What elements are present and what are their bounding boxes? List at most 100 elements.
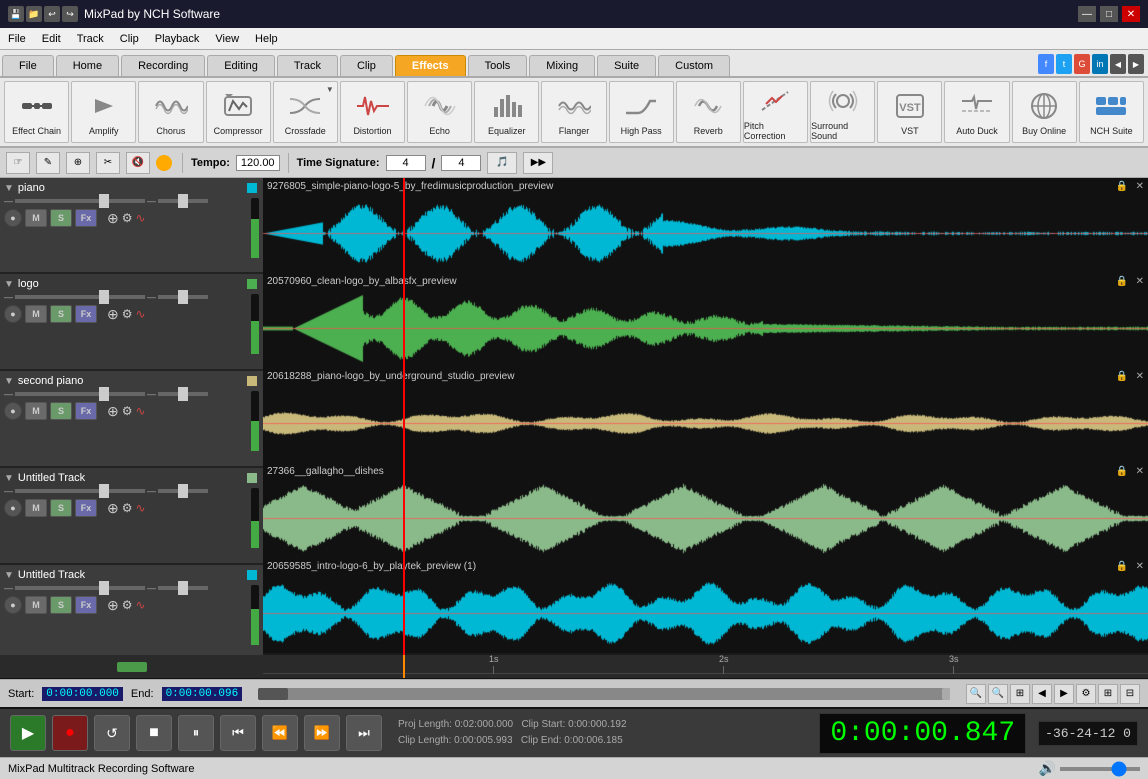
track-routing-3[interactable]: ⊕ (107, 403, 119, 420)
timeline[interactable]: 1s 2s 3s (263, 655, 1148, 679)
pause-button[interactable]: ⏸ (178, 715, 214, 751)
track-wave-5[interactable]: ∿ (136, 598, 146, 612)
scroll-bar[interactable] (258, 688, 950, 700)
track-record-btn-4[interactable]: ● (4, 499, 22, 517)
track-volume-5[interactable] (15, 586, 145, 590)
track-routing-1[interactable]: ⊕ (107, 210, 119, 227)
zoom-out-btn[interactable]: 🔍 (966, 684, 986, 704)
crossfade-dropdown-icon[interactable]: ▼ (325, 84, 335, 94)
track-pan-3[interactable] (158, 392, 208, 396)
tool-select[interactable]: ☞ (6, 152, 30, 174)
tab-recording[interactable]: Recording (121, 55, 205, 76)
track-fx-2[interactable]: Fx (75, 305, 97, 323)
rwd-button[interactable]: ⏪ (262, 715, 298, 751)
track-solo-2[interactable]: S (50, 305, 72, 323)
wave-close-4[interactable]: ✕ (1136, 466, 1144, 477)
track-routing-2[interactable]: ⊕ (107, 306, 119, 323)
menu-track[interactable]: Track (69, 31, 112, 47)
maximize-button[interactable]: □ (1100, 6, 1118, 22)
end-button[interactable]: ⏭ (346, 715, 382, 751)
buy-online-button[interactable]: Buy Online (1012, 81, 1077, 143)
stop-button[interactable]: ■ (136, 715, 172, 751)
time-sig-num[interactable]: 4 (386, 155, 426, 171)
equalizer-button[interactable]: Equalizer (474, 81, 539, 143)
track-solo-3[interactable]: S (50, 402, 72, 420)
tab-clip[interactable]: Clip (340, 55, 393, 76)
menu-edit[interactable]: Edit (34, 31, 69, 47)
scroll-right-btn[interactable]: ▶ (1054, 684, 1074, 704)
count-in-btn[interactable]: ▶▶ (523, 152, 553, 174)
track-volume-1[interactable] (15, 199, 145, 203)
minimize-button[interactable]: — (1078, 6, 1096, 22)
wave-close-3[interactable]: ✕ (1136, 371, 1144, 382)
title-icon-save[interactable]: 💾 (8, 6, 24, 22)
tab-mixing[interactable]: Mixing (529, 55, 595, 76)
track-record-btn-5[interactable]: ● (4, 596, 22, 614)
title-icon-redo[interactable]: ↪ (62, 6, 78, 22)
track-volume-4[interactable] (15, 489, 145, 493)
track-mute-5[interactable]: M (25, 596, 47, 614)
tab-suite[interactable]: Suite (597, 55, 656, 76)
tab-custom[interactable]: Custom (658, 55, 730, 76)
menu-view[interactable]: View (207, 31, 247, 47)
social-g[interactable]: G (1074, 54, 1090, 74)
track-chevron-4[interactable]: ▼ (4, 473, 14, 484)
wave-track-5[interactable]: 20659585_intro-logo-6_by_playtek_preview… (263, 558, 1148, 653)
track-settings-3[interactable]: ⚙ (122, 404, 133, 418)
track-record-btn-2[interactable]: ● (4, 305, 22, 323)
distortion-button[interactable]: Distortion (340, 81, 405, 143)
reverb-button[interactable]: Reverb (676, 81, 741, 143)
wave-close-2[interactable]: ✕ (1136, 276, 1144, 287)
track-chevron-3[interactable]: ▼ (4, 376, 14, 387)
record-button[interactable]: ● (52, 715, 88, 751)
zoom-fit-btn[interactable]: ⊞ (1010, 684, 1030, 704)
track-pan-1[interactable] (158, 199, 208, 203)
prev-button[interactable]: ⏮ (220, 715, 256, 751)
tab-effects[interactable]: Effects (395, 55, 466, 76)
compressor-button[interactable]: Compressor (206, 81, 271, 143)
vst-button[interactable]: VST VST (877, 81, 942, 143)
wave-close-5[interactable]: ✕ (1136, 561, 1144, 572)
track-fx-1[interactable]: Fx (75, 209, 97, 227)
grid-btn[interactable]: ⊞ (1098, 684, 1118, 704)
loop-button[interactable]: ↺ (94, 715, 130, 751)
menu-playback[interactable]: Playback (147, 31, 208, 47)
track-settings-2[interactable]: ⚙ (122, 307, 133, 321)
play-button[interactable]: ▶ (10, 715, 46, 751)
track-mute-1[interactable]: M (25, 209, 47, 227)
wave-track-2[interactable]: 20570960_clean-logo_by_albasfx_preview 🔒… (263, 273, 1148, 368)
tool-split[interactable]: ✂ (96, 152, 120, 174)
high-pass-button[interactable]: High Pass (609, 81, 674, 143)
track-pan-5[interactable] (158, 586, 208, 590)
wave-track-4[interactable]: 27366__gallagho__dishes 🔒 ✕ (263, 463, 1148, 558)
track-fx-5[interactable]: Fx (75, 596, 97, 614)
nav-arrow-left[interactable]: ◀ (1110, 54, 1126, 74)
track-wave-4[interactable]: ∿ (136, 501, 146, 515)
social-fb[interactable]: f (1038, 54, 1054, 74)
track-solo-5[interactable]: S (50, 596, 72, 614)
nch-suite-button[interactable]: NCH Suite (1079, 81, 1144, 143)
master-volume-slider[interactable] (1060, 767, 1140, 771)
flanger-button[interactable]: Flanger (541, 81, 606, 143)
amplify-button[interactable]: Amplify (71, 81, 136, 143)
tab-track[interactable]: Track (277, 55, 338, 76)
track-routing-4[interactable]: ⊕ (107, 500, 119, 517)
track-chevron-5[interactable]: ▼ (4, 570, 14, 581)
scroll-handle-left[interactable] (258, 688, 288, 700)
title-icon-undo[interactable]: ↩ (44, 6, 60, 22)
nav-arrow-right[interactable]: ▶ (1128, 54, 1144, 74)
menu-file[interactable]: File (0, 31, 34, 47)
crossfade-button[interactable]: Crossfade ▼ (273, 81, 338, 143)
tool-pencil[interactable]: ✎ (36, 152, 60, 174)
metronome-btn[interactable]: 🎵 (487, 152, 517, 174)
track-settings-4[interactable]: ⚙ (122, 501, 133, 515)
tab-home[interactable]: Home (56, 55, 119, 76)
track-record-btn-3[interactable]: ● (4, 402, 22, 420)
tempo-value[interactable]: 120.00 (236, 155, 280, 171)
scroll-left-btn[interactable]: ◀ (1032, 684, 1052, 704)
close-button[interactable]: ✕ (1122, 6, 1140, 22)
track-record-btn-1[interactable]: ● (4, 209, 22, 227)
track-wave-2[interactable]: ∿ (136, 307, 146, 321)
pitch-correction-button[interactable]: Pitch Correction (743, 81, 808, 143)
track-chevron-2[interactable]: ▼ (4, 279, 14, 290)
